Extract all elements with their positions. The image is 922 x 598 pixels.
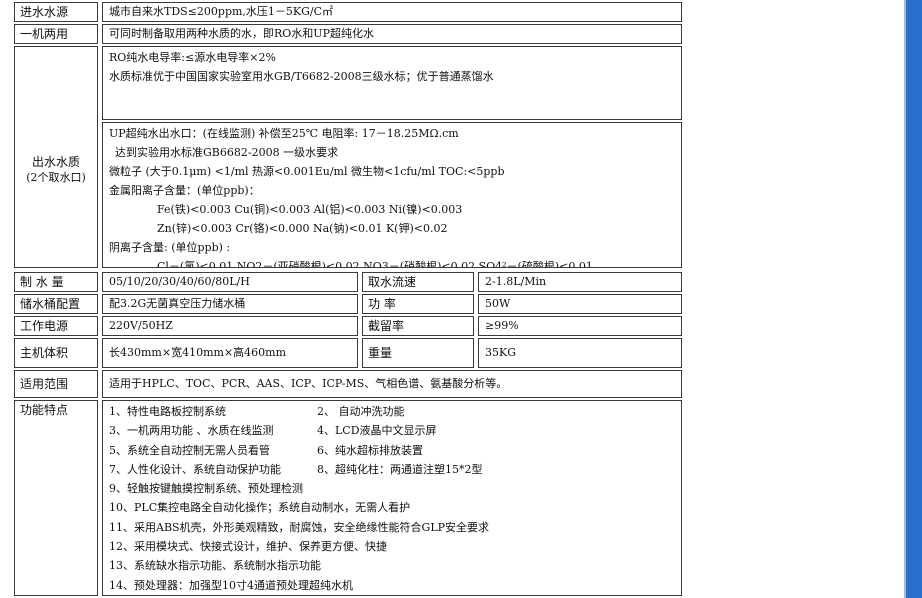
up-quality-block: UP超纯水出水口：(在线监测) 补偿至25℃ 电阻率: 17－18.25MΩ.c… — [102, 122, 682, 268]
feature-item: 6、纯水超标排放装置 — [317, 443, 423, 457]
feature-item: 10、PLC集控电路全自动化操作；系统自动制水，无需人看护 — [109, 501, 411, 515]
feature-item: 5、系统全自动控制无需人员看管 — [109, 443, 270, 457]
feature-item: 7、人性化设计、系统自动保护功能 — [109, 462, 281, 476]
feature-row: 5、系统全自动控制无需人员看管 6、纯水超标排放装置 — [109, 441, 675, 460]
power-supply-value: 220V/50HZ — [102, 316, 358, 336]
features-label: 功能特点 — [14, 400, 98, 596]
applications-value: 适用于HPLC、TOC、PCR、AAS、ICP、ICP-MS、气相色谱、氨基酸分… — [102, 370, 682, 398]
output-quality-label: 出水水质 (2个取水口) — [14, 46, 98, 268]
power-rating-label: 功 率 — [362, 294, 474, 314]
anions-line: Cl－(氯)<0.01 NO2－(亚硝酸根)<0.02 NO3－(硝酸根)<0.… — [157, 260, 593, 268]
ro-conductivity-line: RO纯水电导率:≤源水电导率×2% — [109, 51, 276, 64]
metal-ions-line-2: Zn(锌)<0.003 Cr(铬)<0.000 Na(钠)<0.01 K(钾)<… — [157, 222, 448, 235]
feature-item: 1、特性电路板控制系统 — [109, 405, 226, 418]
capacity-value: 05/10/20/30/40/60/80L/H — [102, 272, 358, 292]
page-edge-bar — [904, 0, 922, 598]
feature-row: 3、一机两用功能 、水质在线监测 4、LCD液晶中文显示屏 — [109, 421, 675, 440]
rejection-rate-value: ≥99% — [478, 316, 682, 336]
feature-row: 1、特性电路板控制系统 2、 自动冲洗功能 — [109, 402, 675, 421]
up-standard-line: 达到实验用水标准GB6682-2008 一级水要求 — [115, 146, 339, 159]
weight-label: 重量 — [362, 338, 474, 368]
metal-ions-heading: 金属阳离子含量：(单位ppb)： — [109, 184, 260, 197]
dual-use-value: 可同时制备取用两种水质的水，即RO水和UP超纯化水 — [102, 24, 682, 44]
features-list: 1、特性电路板控制系统 2、 自动冲洗功能 3、一机两用功能 、水质在线监测 4、L… — [102, 400, 682, 596]
applications-label: 适用范围 — [14, 370, 98, 398]
feature-item: 2、 自动冲洗功能 — [317, 405, 405, 418]
feature-item: 4、LCD液晶中文显示屏 — [317, 424, 437, 438]
size-label: 主机体积 — [14, 338, 98, 368]
feature-item: 8、超纯化柱：两通道注塑15*2型 — [317, 462, 483, 476]
weight-value: 35KG — [478, 338, 682, 368]
feature-item: 11、采用ABS机壳，外形美观精致，耐腐蚀，安全绝缘性能符合GLP安全要求 — [109, 520, 490, 534]
flow-rate-value: 2-1.8L/Min — [478, 272, 682, 292]
dual-use-label: 一机两用 — [14, 24, 98, 44]
tank-label: 储水桶配置 — [14, 294, 98, 314]
tank-value: 配3.2G无菌真空压力储水桶 — [102, 294, 358, 314]
metal-ions-line-1: Fe(铁)<0.003 Cu(铜)<0.003 Al(铝)<0.003 Ni(镍… — [157, 203, 463, 216]
feature-item: 13、系统缺水指示功能、系统制水指示功能 — [109, 559, 321, 573]
up-resistivity-line: UP超纯水出水口：(在线监测) 补偿至25℃ 电阻率: 17－18.25MΩ.c… — [109, 127, 459, 140]
capacity-label: 制 水 量 — [14, 272, 98, 292]
feed-water-label: 进水水源 — [14, 2, 98, 22]
power-rating-value: 50W — [478, 294, 682, 314]
feature-item: 14、预处理器：加强型10寸4通道预处理超纯水机 — [109, 578, 353, 592]
feature-item: 3、一机两用功能 、水质在线监测 — [109, 424, 274, 438]
flow-rate-label: 取水流速 — [362, 272, 474, 292]
feed-water-value: 城市自来水TDS≤200ppm,水压1－5KG/C㎡ — [102, 2, 682, 22]
power-supply-label: 工作电源 — [14, 316, 98, 336]
size-value: 长430mm×宽410mm×高460mm — [102, 338, 358, 368]
feature-item: 9、轻触按键触摸控制系统、预处理检测 — [109, 482, 303, 496]
output-quality-label-main: 出水水质 — [31, 155, 80, 169]
feature-row: 7、人性化设计、系统自动保护功能 8、超纯化柱：两通道注塑15*2型 — [109, 460, 675, 479]
up-particles-line: 微粒子 (大于0.1μm) <1/ml 热源<0.001Eu/ml 微生物<1c… — [109, 165, 505, 178]
feature-item: 12、采用模块式、快接式设计，维护、保养更方便、快捷 — [109, 540, 387, 554]
anions-heading: 阴离子含量: (单位ppb) : — [109, 241, 231, 254]
ro-quality-block: RO纯水电导率:≤源水电导率×2% 水质标准优于中国国家实验室用水GB/T668… — [102, 46, 682, 120]
ro-standard-line: 水质标准优于中国国家实验室用水GB/T6682-2008三级水标；优于普通蒸馏水 — [109, 70, 494, 83]
rejection-rate-label: 截留率 — [362, 316, 474, 336]
output-quality-label-sub: (2个取水口) — [26, 171, 86, 184]
